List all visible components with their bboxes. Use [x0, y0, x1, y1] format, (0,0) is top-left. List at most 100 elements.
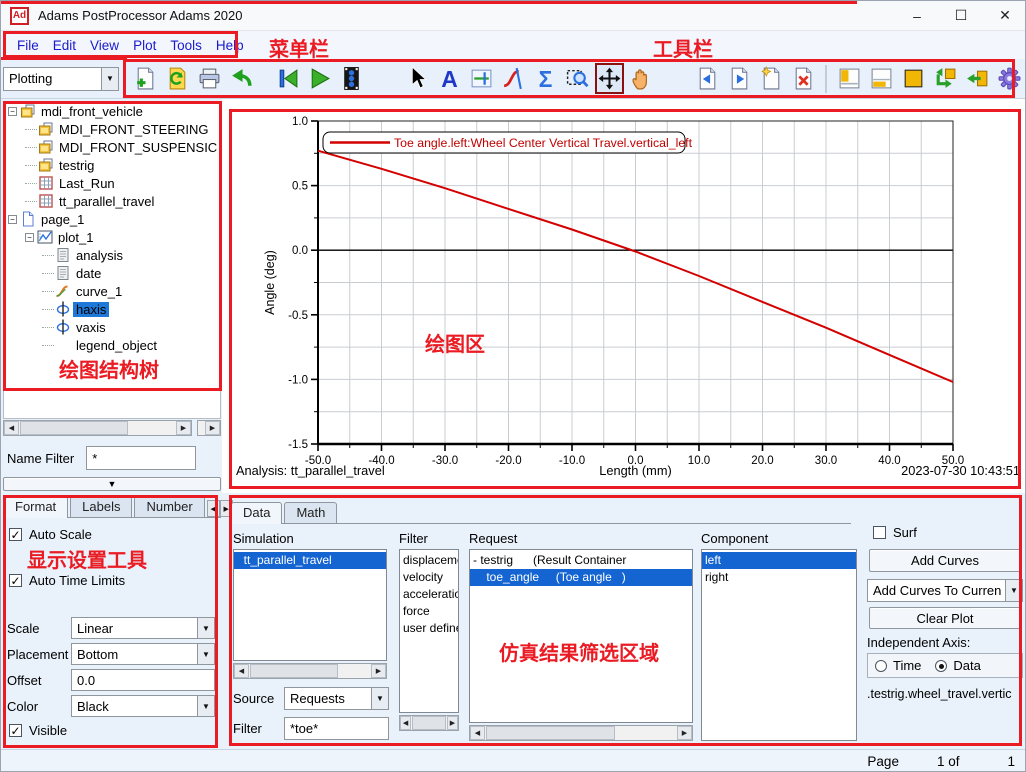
tree-item-plot_1[interactable]: −plot_1 [4, 228, 220, 246]
auto-scale-checkbox[interactable]: ✓ [9, 528, 22, 541]
axis-limits-icon[interactable] [467, 63, 496, 94]
scroll-right-icon[interactable]: ▶ [677, 726, 692, 740]
refresh-page-icon[interactable] [163, 63, 192, 94]
menu-item-view[interactable]: View [83, 35, 126, 56]
tab-number[interactable]: Number [134, 496, 204, 517]
placement-combo[interactable]: Bottom▼ [71, 643, 215, 665]
list-item[interactable]: toe_angle (Toe angle ) [470, 569, 692, 586]
tab-format[interactable]: Format [3, 496, 68, 518]
tree-expander-icon[interactable]: − [8, 107, 17, 116]
swap-views-icon[interactable] [931, 63, 960, 94]
filter-hscrollbar[interactable]: ◀▶ [399, 715, 459, 731]
page-next-icon[interactable] [725, 63, 754, 94]
list-item[interactable]: left [702, 552, 856, 569]
text-tool-icon[interactable]: A [435, 63, 464, 94]
chevron-down-icon[interactable]: ▼ [197, 644, 214, 664]
tree-expander-icon[interactable]: − [8, 215, 17, 224]
scroll-right-icon[interactable]: ▶ [176, 421, 191, 435]
tree-item-mdi_front_vehicle[interactable]: −mdi_front_vehicle [4, 102, 220, 120]
scroll-left-icon[interactable]: ◀ [400, 716, 411, 730]
list-item[interactable]: velocity [400, 569, 458, 586]
plot-area[interactable]: -50.0-40.0-30.0-20.0-10.00.010.020.030.0… [222, 99, 1026, 493]
curve-edit-icon[interactable] [499, 63, 528, 94]
list-item[interactable]: displacement [400, 552, 458, 569]
tree-vscrollbar-stub[interactable]: ▶ [197, 420, 221, 436]
scroll-left-icon[interactable]: ◀ [4, 421, 19, 435]
layout-bottom-strip-icon[interactable] [867, 63, 896, 94]
menu-item-plot[interactable]: Plot [126, 35, 163, 56]
data-radio[interactable] [935, 660, 947, 672]
component-list[interactable]: leftright [701, 549, 857, 741]
close-button[interactable]: ✕ [983, 1, 1026, 30]
tree-item-tt_parallel_travel[interactable]: tt_parallel_travel [4, 192, 220, 210]
tree-item-mdi_front_steering[interactable]: MDI_FRONT_STEERING [4, 120, 220, 138]
tree-item-legend_object[interactable]: legend_object [4, 336, 220, 354]
add-curves-button[interactable]: Add Curves [869, 549, 1021, 572]
tree-hscrollbar[interactable]: ◀ ▶ [3, 420, 192, 436]
scroll-thumb[interactable] [20, 421, 128, 435]
hand-pan-icon[interactable] [627, 63, 656, 94]
auto-time-limits-checkbox[interactable]: ✓ [9, 574, 22, 587]
list-item[interactable]: right [702, 569, 856, 586]
list-item[interactable]: acceleration [400, 586, 458, 603]
mode-selector[interactable]: Plotting ▼ [3, 67, 119, 91]
tab-scroll-left-icon[interactable]: ◀ [207, 500, 220, 517]
request-list[interactable]: - testrig (Result Container toe_angle (T… [469, 549, 693, 723]
return-view-icon[interactable] [963, 63, 992, 94]
page-new-icon[interactable] [757, 63, 786, 94]
scroll-right-icon[interactable]: ▶ [205, 421, 220, 435]
scroll-left-icon[interactable]: ◀ [470, 726, 485, 740]
chevron-down-icon[interactable]: ▼ [197, 618, 214, 638]
list-item[interactable]: tt_parallel_travel [234, 552, 386, 569]
simulation-list[interactable]: tt_parallel_travel [233, 549, 387, 661]
name-filter-input[interactable]: * [86, 446, 196, 470]
clear-plot-button[interactable]: Clear Plot [869, 607, 1021, 629]
tree-item-date[interactable]: date [4, 264, 220, 282]
play-icon[interactable] [305, 63, 334, 94]
color-combo[interactable]: Black▼ [71, 695, 215, 717]
page-prev-icon[interactable] [693, 63, 722, 94]
zoom-area-icon[interactable] [563, 63, 592, 94]
tab-data[interactable]: Data [231, 502, 282, 524]
maximize-button[interactable]: ☐ [939, 1, 983, 30]
visible-checkbox[interactable]: ✓ [9, 724, 22, 737]
pan-tool-icon[interactable] [595, 63, 624, 94]
settings-gear-icon[interactable] [995, 63, 1024, 94]
add-mode-combo[interactable]: Add Curves To Curren ▼ [867, 579, 1023, 602]
list-item[interactable]: user defined [400, 620, 458, 637]
list-item[interactable]: - testrig (Result Container [470, 552, 692, 569]
collapse-splitter-button[interactable]: ▼ [3, 477, 221, 491]
tree-item-mdi_front_suspensic[interactable]: MDI_FRONT_SUSPENSIC [4, 138, 220, 156]
tree-item-page_1[interactable]: −page_1 [4, 210, 220, 228]
tab-math[interactable]: Math [284, 502, 337, 523]
statistics-sigma-icon[interactable]: Σ [531, 63, 560, 94]
new-page-icon[interactable] [131, 63, 160, 94]
page-delete-icon[interactable] [789, 63, 818, 94]
scroll-right-icon[interactable]: ▶ [371, 664, 386, 678]
undo-icon[interactable] [227, 63, 256, 94]
tree-item-haxis[interactable]: haxis [4, 300, 220, 318]
chevron-down-icon[interactable]: ▼ [1005, 580, 1022, 601]
time-radio[interactable] [875, 660, 887, 672]
surf-checkbox[interactable] [873, 526, 886, 539]
offset-input[interactable]: 0.0 [71, 669, 215, 691]
print-icon[interactable] [195, 63, 224, 94]
tree-item-last_run[interactable]: Last_Run [4, 174, 220, 192]
menu-item-edit[interactable]: Edit [46, 35, 83, 56]
request-hscrollbar[interactable]: ◀▶ [469, 725, 693, 741]
simulation-hscrollbar[interactable]: ◀▶ [233, 663, 387, 679]
layout-plot-table-icon[interactable] [835, 63, 864, 94]
menu-item-file[interactable]: File [10, 35, 46, 56]
minimize-button[interactable]: – [895, 1, 939, 30]
scroll-left-icon[interactable]: ◀ [234, 664, 249, 678]
chevron-down-icon[interactable]: ▼ [371, 688, 388, 709]
filter-input[interactable]: *toe* [284, 717, 389, 740]
tree-item-curve_1[interactable]: curve_1 [4, 282, 220, 300]
filter-list[interactable]: displacementvelocityaccelerationforceuse… [399, 549, 459, 713]
chevron-down-icon[interactable]: ▼ [101, 68, 118, 90]
tree-item-vaxis[interactable]: vaxis [4, 318, 220, 336]
chevron-down-icon[interactable]: ▼ [197, 696, 214, 716]
tab-labels[interactable]: Labels [70, 496, 132, 517]
menu-item-tools[interactable]: Tools [163, 35, 209, 56]
tree-item-testrig[interactable]: testrig [4, 156, 220, 174]
